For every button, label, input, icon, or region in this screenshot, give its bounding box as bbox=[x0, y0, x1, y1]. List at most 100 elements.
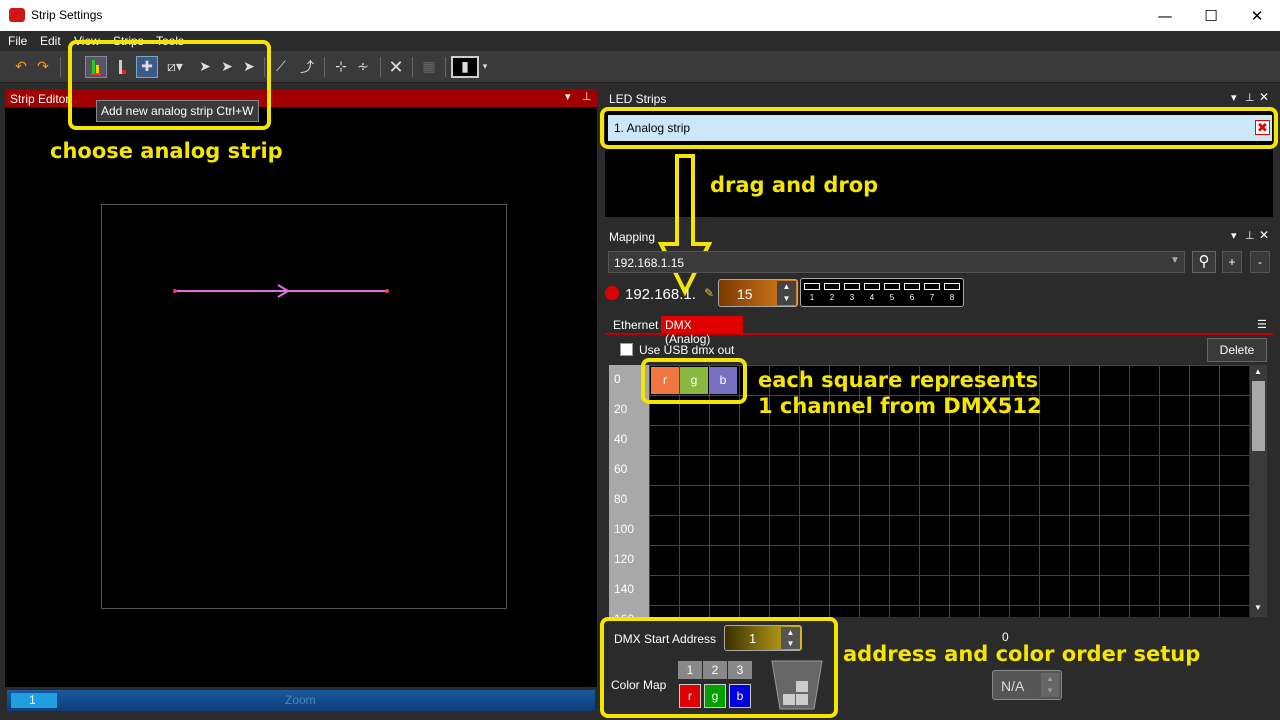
strip-editor-canvas[interactable] bbox=[5, 107, 597, 687]
na-spin-icon[interactable]: ▲ ▼ bbox=[1041, 673, 1059, 697]
add-button[interactable]: + bbox=[1222, 251, 1242, 273]
tab-ethernet[interactable]: Ethernet bbox=[613, 318, 658, 332]
port-bar bbox=[844, 283, 860, 290]
port-6[interactable]: 6 bbox=[903, 281, 921, 305]
na-value: N/A bbox=[1001, 678, 1025, 694]
line-tool-icon[interactable]: ⟋ bbox=[270, 56, 292, 78]
annotation-square-line2: 1 channel from DMX512 bbox=[758, 394, 1042, 418]
undo-icon[interactable]: ↶ bbox=[10, 56, 32, 78]
window-title: Strip Settings bbox=[31, 8, 103, 22]
highlight-address bbox=[600, 617, 838, 718]
split-v-icon[interactable]: ∻ bbox=[352, 56, 374, 78]
remove-button[interactable]: - bbox=[1250, 251, 1270, 273]
port-8[interactable]: 8 bbox=[943, 281, 961, 305]
drag-arrow bbox=[657, 154, 713, 297]
close-button[interactable]: ✕ bbox=[1234, 0, 1280, 31]
port-label: 2 bbox=[829, 293, 835, 302]
port-1[interactable]: 1 bbox=[803, 281, 821, 305]
toolbar-overflow-icon[interactable]: ▾ bbox=[480, 56, 490, 78]
delete-button[interactable]: Delete bbox=[1207, 338, 1267, 362]
port-4[interactable]: 4 bbox=[863, 281, 881, 305]
minimize-button[interactable]: — bbox=[1142, 0, 1188, 31]
use-usb-label: Use USB dmx out bbox=[639, 343, 735, 357]
port-bar bbox=[864, 283, 880, 290]
row-label: 140 bbox=[614, 582, 635, 596]
search-icon[interactable]: ⚲ bbox=[1192, 251, 1216, 273]
status-dot bbox=[605, 286, 619, 300]
led-strips-close-icon[interactable]: ✕ bbox=[1259, 90, 1269, 104]
port-bar bbox=[924, 283, 940, 290]
annotation-address: address and color order setup bbox=[843, 642, 1201, 666]
mapping-close-icon[interactable]: ✕ bbox=[1259, 228, 1269, 242]
row-label: 120 bbox=[614, 552, 635, 566]
port-label: 3 bbox=[849, 293, 855, 302]
port-label: 4 bbox=[869, 293, 875, 302]
status-ip: 192.168.1. bbox=[625, 286, 696, 303]
title-bar: Strip Settings — ☐ ✕ bbox=[0, 0, 1280, 31]
menu-file[interactable]: File bbox=[8, 34, 27, 48]
chevron-down-icon: ▼ bbox=[1170, 255, 1180, 266]
universe-spin-icon[interactable]: ▲ ▼ bbox=[777, 281, 796, 305]
zoom-value: 1 bbox=[11, 693, 57, 708]
annotation-choose: choose analog strip bbox=[50, 139, 283, 163]
led-strips-title: LED Strips bbox=[609, 92, 667, 106]
panel-menu-icon[interactable]: ▾ bbox=[565, 90, 571, 103]
port-label: 8 bbox=[949, 293, 955, 302]
universe-value: 15 bbox=[737, 286, 753, 302]
led-strips-pin-icon[interactable]: ⊥ bbox=[1245, 91, 1255, 104]
row-label: 20 bbox=[614, 402, 628, 416]
port-2[interactable]: 2 bbox=[823, 281, 841, 305]
port-bar bbox=[804, 283, 820, 290]
port-label: 1 bbox=[809, 293, 815, 302]
port-label: 5 bbox=[889, 293, 895, 302]
port-bar bbox=[944, 283, 960, 290]
delete-tool-icon[interactable]: ✕ bbox=[385, 56, 407, 78]
grid-icon[interactable]: ▦ bbox=[418, 56, 440, 78]
port-label: 7 bbox=[929, 293, 935, 302]
highlight-strip-list bbox=[600, 107, 1278, 149]
highlight-channels bbox=[641, 358, 747, 404]
zoom-bar[interactable]: 1 Zoom bbox=[7, 690, 595, 711]
row-label-column: 020406080100120140160 bbox=[609, 365, 649, 617]
port-list: 1 2 3 4 5 6 7 8 bbox=[803, 281, 963, 305]
na-stepper[interactable]: N/A ▲ ▼ bbox=[992, 670, 1062, 700]
port-bar bbox=[824, 283, 840, 290]
led-strips-menu-icon[interactable]: ▾ bbox=[1231, 91, 1237, 104]
port-selector: 1 2 3 4 5 6 7 8 bbox=[800, 278, 964, 307]
row-label: 80 bbox=[614, 492, 628, 506]
tab-dmx-analog[interactable]: DMX (Analog) bbox=[661, 316, 743, 346]
mapping-menu-icon[interactable]: ▾ bbox=[1231, 229, 1237, 242]
split-h-icon[interactable]: ⊹ bbox=[330, 56, 352, 78]
ip-select[interactable]: 192.168.1.15 ▼ bbox=[608, 251, 1185, 273]
highlight-toolbar bbox=[68, 40, 271, 130]
port-5[interactable]: 5 bbox=[883, 281, 901, 305]
redo-icon[interactable]: ↷ bbox=[32, 56, 54, 78]
port-3[interactable]: 3 bbox=[843, 281, 861, 305]
edit-pencil-icon[interactable]: ✎ bbox=[704, 286, 714, 300]
scroll-up-icon[interactable]: ▲ bbox=[1254, 367, 1262, 376]
pin-icon[interactable]: ⊥ bbox=[582, 90, 592, 103]
mapping-title: Mapping bbox=[609, 230, 656, 244]
maximize-button[interactable]: ☐ bbox=[1188, 0, 1234, 31]
port-bar bbox=[904, 283, 920, 290]
analog-strip-line[interactable] bbox=[165, 277, 405, 307]
strip-editor-title: Strip Editor bbox=[10, 92, 70, 106]
port-7[interactable]: 7 bbox=[923, 281, 941, 305]
universe-stepper[interactable]: 15 ▲ ▼ bbox=[718, 279, 798, 307]
row-label: 60 bbox=[614, 462, 628, 476]
preview-icon[interactable]: ▮ bbox=[451, 56, 479, 78]
row-label: 40 bbox=[614, 432, 628, 446]
use-usb-checkbox[interactable] bbox=[620, 343, 633, 356]
curve-tool-icon[interactable]: ⤴ bbox=[296, 56, 318, 78]
grid-scrollbar[interactable]: ▲ ▼ bbox=[1250, 365, 1267, 617]
ip-select-value: 192.168.1.15 bbox=[614, 256, 685, 270]
tab-overflow-icon[interactable]: ☰ bbox=[1257, 318, 1267, 331]
scroll-down-icon[interactable]: ▼ bbox=[1254, 603, 1262, 612]
mapping-pin-icon[interactable]: ⊥ bbox=[1245, 229, 1255, 242]
scroll-thumb[interactable] bbox=[1252, 381, 1265, 451]
annotation-square-line1: each square represents bbox=[758, 368, 1039, 392]
menu-edit[interactable]: Edit bbox=[40, 34, 61, 48]
row-label: 100 bbox=[614, 522, 635, 536]
port-label: 6 bbox=[909, 293, 915, 302]
canvas-bounds bbox=[101, 204, 507, 609]
